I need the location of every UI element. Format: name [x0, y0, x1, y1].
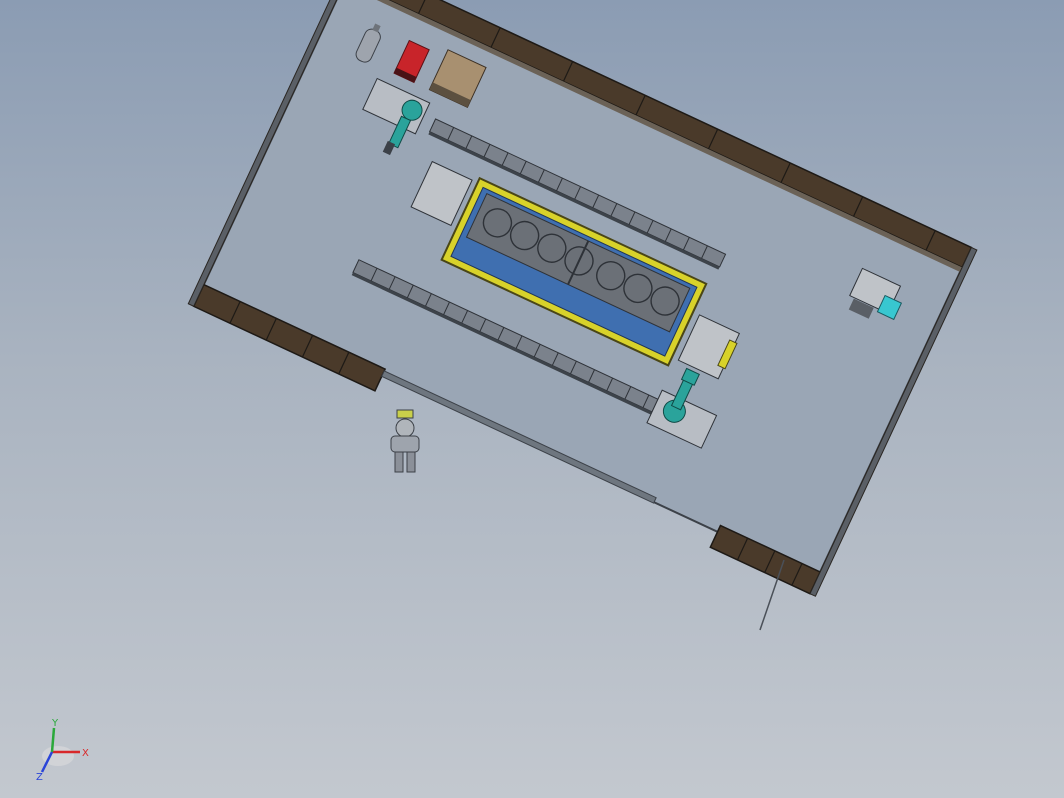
operator-figure[interactable] — [390, 409, 420, 473]
workcell-assembly[interactable] — [187, 0, 978, 597]
x-axis-label: X — [82, 748, 89, 759]
cad-viewport[interactable]: X Y Z — [0, 0, 1064, 798]
z-axis-label: Z — [36, 772, 43, 783]
y-axis-label: Y — [51, 718, 59, 729]
coordinate-triad: X Y Z — [36, 718, 89, 783]
